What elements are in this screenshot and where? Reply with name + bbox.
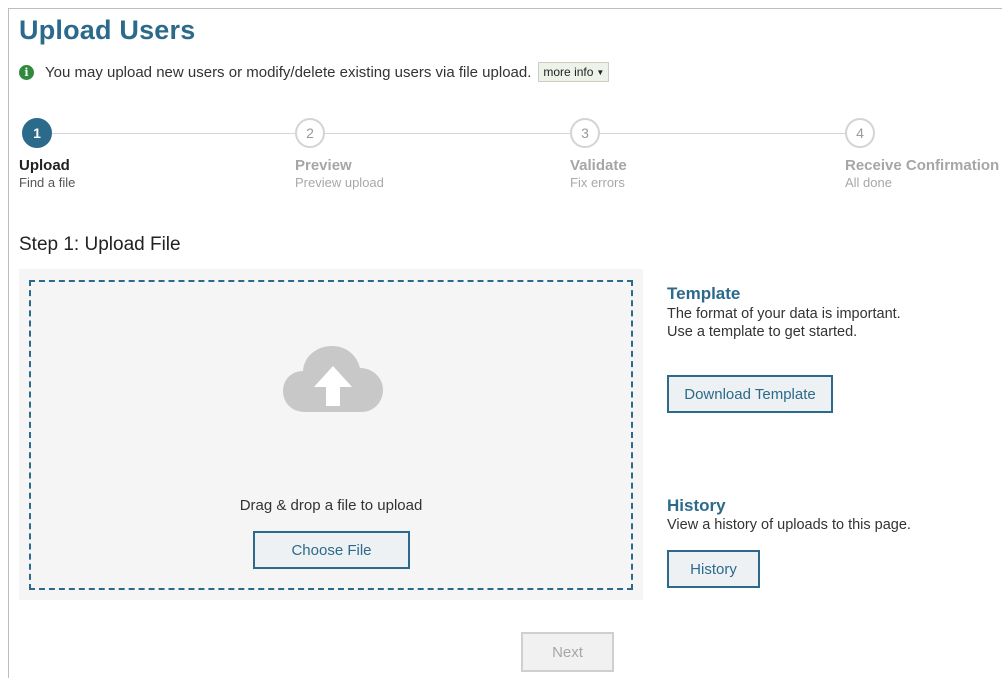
- step-number: 3: [570, 118, 600, 148]
- info-icon: i: [19, 64, 34, 80]
- upload-panel: Drag & drop a file to upload Choose File: [19, 269, 643, 600]
- step-subtitle: Find a file: [19, 175, 76, 190]
- step-title: Receive Confirmation: [845, 157, 1000, 174]
- stepper-line: [52, 133, 860, 134]
- more-info-dropdown[interactable]: more info ▼: [538, 62, 610, 82]
- choose-file-button[interactable]: Choose File: [253, 531, 410, 569]
- caret-down-icon: ▼: [596, 67, 605, 77]
- template-heading: Template: [667, 284, 741, 303]
- history-description: View a history of uploads to this page.: [667, 517, 911, 533]
- file-dropzone[interactable]: Drag & drop a file to upload Choose File: [29, 280, 633, 590]
- step-title: Preview: [295, 157, 352, 174]
- step-preview: 2 Preview Preview upload: [295, 118, 384, 190]
- step-title: Upload: [19, 157, 70, 174]
- step-receive-confirmation: 4 Receive Confirmation All done: [845, 118, 999, 190]
- info-row: i You may upload new users or modify/del…: [19, 61, 610, 83]
- next-button[interactable]: Next: [521, 632, 614, 672]
- step-title: Validate: [570, 157, 627, 174]
- page-title: Upload Users: [19, 15, 196, 45]
- step-subtitle: All done: [845, 175, 892, 190]
- download-template-button[interactable]: Download Template: [667, 375, 833, 413]
- cloud-upload-icon: [283, 346, 383, 412]
- history-heading: History: [667, 496, 726, 515]
- step-subtitle: Fix errors: [570, 175, 625, 190]
- step-number: 4: [845, 118, 875, 148]
- step-upload: 1 Upload Find a file: [19, 118, 75, 190]
- info-text: You may upload new users or modify/delet…: [45, 63, 532, 81]
- step-validate: 3 Validate Fix errors: [570, 118, 627, 190]
- drop-instructions: Drag & drop a file to upload: [239, 497, 423, 514]
- history-button[interactable]: History: [667, 550, 760, 588]
- step-subtitle: Preview upload: [295, 175, 384, 190]
- more-info-label: more info: [543, 65, 594, 79]
- step-number: 1: [22, 118, 52, 148]
- section-title: Step 1: Upload File: [19, 234, 181, 255]
- step-number: 2: [295, 118, 325, 148]
- template-description: The format of your data is important. Us…: [667, 306, 901, 340]
